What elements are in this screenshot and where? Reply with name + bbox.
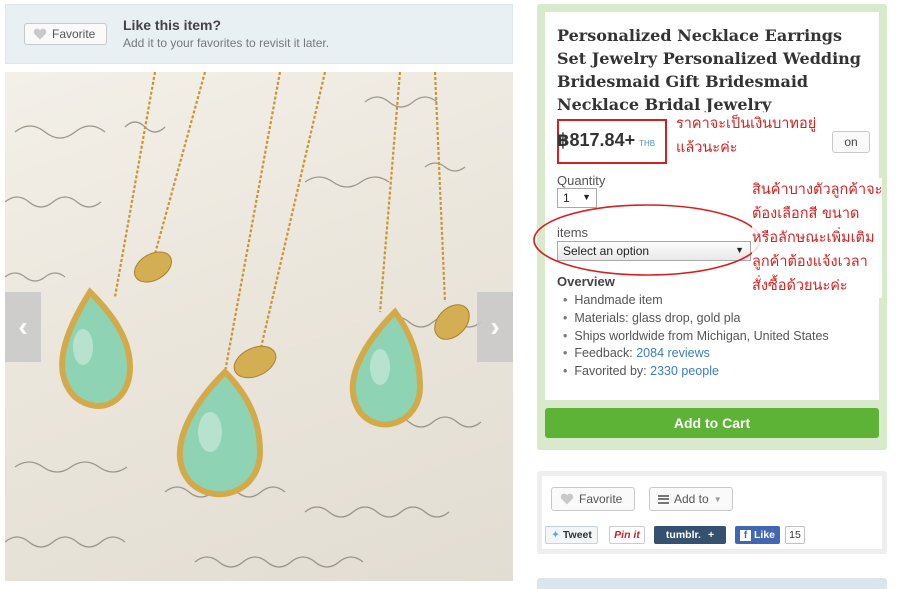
favorite-button[interactable]: Favorite [24,23,107,45]
next-section-box [537,578,887,589]
favorite-button-label: Favorite [52,27,96,41]
favorite-banner-subtitle: Add it to your favorites to revisit it l… [123,36,330,50]
overview-list: Handmade item Materials: glass drop, gol… [563,293,829,382]
product-photo[interactable]: ‹ › [5,72,513,581]
listing-price: ฿817.84+ THB [557,130,655,151]
pin-it-button[interactable]: Pin it [609,526,645,544]
option-highlight-ellipse [533,204,761,276]
list-item: Materials: glass drop, gold pla [563,311,829,329]
option-annotation: สินค้าบางตัวลูกค้าจะ ต้องเลือกสี ขนาด หร… [752,178,883,298]
favorite-banner: Favorite Like this item? Add it to your … [5,4,513,64]
favorite-item-button[interactable]: Favorite [551,487,635,511]
facebook-like-count: 15 [785,526,805,544]
heart-icon [560,493,574,505]
tweet-button[interactable]: ✦ Tweet [545,526,598,544]
listing-title: Personalized Necklace Earrings Set Jewel… [557,26,861,114]
price-annotation: ราคาจะเป็นเงินบาทอยู่ แล้วนะค่ะ [676,112,817,160]
necklace-photo-illustration [5,72,482,568]
list-item: Feedback: 2084 reviews [563,346,829,364]
next-photo-button[interactable]: › [477,292,513,362]
list-icon [658,494,669,504]
social-panel: Favorite Add to ▼ ✦ Tweet Pin it tumblr.… [542,476,882,549]
caret-down-icon: ▼ [713,494,722,504]
facebook-icon: f [739,529,751,541]
chevron-down-icon: ▼ [582,192,591,202]
list-item: Favorited by: 2330 people [563,364,829,382]
twitter-bird-icon: ✦ [551,529,560,541]
add-to-cart-button[interactable]: Add to Cart [545,408,879,438]
price-currency: THB [639,139,656,148]
social-box: Favorite Add to ▼ ✦ Tweet Pin it tumblr.… [537,471,887,554]
favorited-by-link[interactable]: 2330 people [650,364,719,378]
chevron-left-icon: ‹ [18,311,28,342]
chevron-right-icon: › [490,311,500,342]
reviews-link[interactable]: 2084 reviews [636,346,710,360]
quantity-label: Quantity [557,173,606,188]
add-to-list-button[interactable]: Add to ▼ [649,487,733,511]
facebook-like-button[interactable]: f Like [735,526,780,544]
price-value: ฿817.84+ [557,130,636,150]
tumblr-share-button[interactable]: tumblr. + [654,526,726,544]
favorite-item-label: Favorite [579,492,623,506]
favorite-banner-title: Like this item? [123,17,222,33]
heart-icon [33,28,47,40]
list-item: Ships worldwide from Michigan, United St… [563,329,828,347]
add-to-label: Add to [674,492,709,506]
plus-icon: + [707,529,715,541]
previous-photo-button[interactable]: ‹ [5,292,41,362]
partially-hidden-button[interactable]: on [832,131,870,153]
